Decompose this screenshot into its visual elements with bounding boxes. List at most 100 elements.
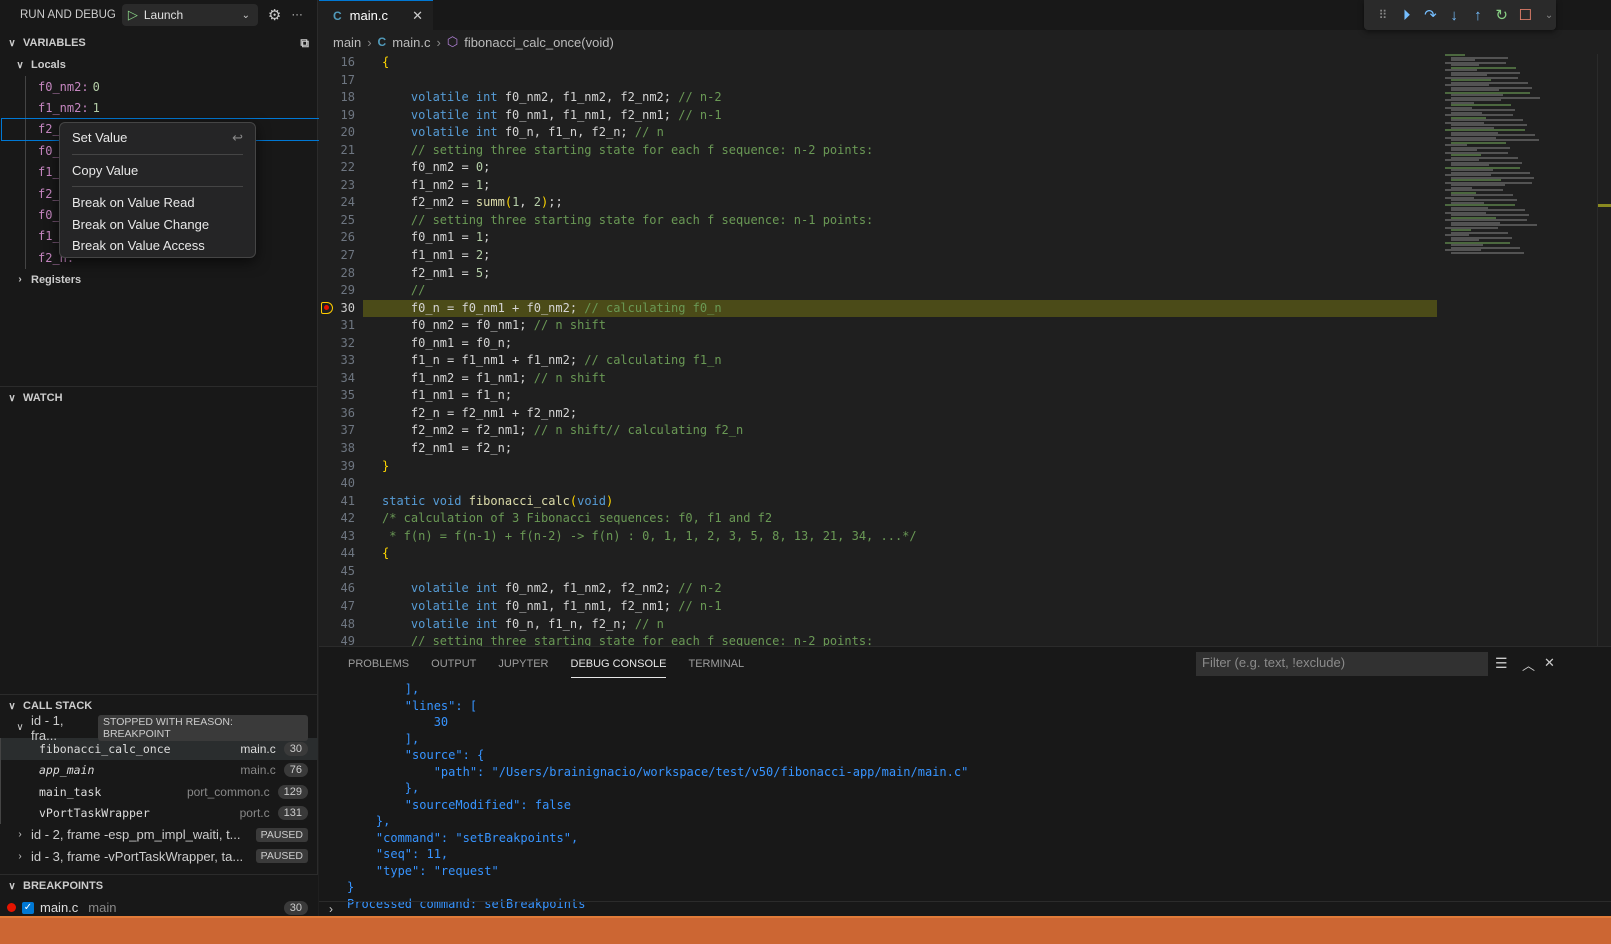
- line-number[interactable]: 21: [319, 142, 363, 160]
- code-text: // setting three starting state for each…: [382, 634, 874, 646]
- tab-terminal[interactable]: TERMINAL: [677, 647, 755, 681]
- registers-scope[interactable]: › Registers: [0, 269, 317, 291]
- tab-output[interactable]: OUTPUT: [420, 647, 487, 681]
- tab-problems[interactable]: PROBLEMS: [337, 647, 420, 681]
- line-number[interactable]: 22: [319, 159, 363, 177]
- scrollbar[interactable]: [1597, 54, 1611, 646]
- line-number[interactable]: 47: [319, 598, 363, 616]
- line-number[interactable]: 17: [319, 72, 363, 90]
- line-number[interactable]: 37: [319, 422, 363, 440]
- line-number[interactable]: 44: [319, 545, 363, 563]
- frame-file: main.c: [240, 742, 276, 757]
- menu-item-break-on-change[interactable]: Break on Value Change: [60, 214, 255, 236]
- line-number[interactable]: 32: [319, 335, 363, 353]
- stack-frame[interactable]: vPortTaskWrapper port.c 131: [0, 802, 318, 824]
- stack-frame[interactable]: app_main main.c 76: [0, 759, 318, 782]
- breadcrumb: main › Cmain.c › ⬡ fibonacci_calc_once(void…: [333, 34, 614, 50]
- step-out-icon[interactable]: ↑: [1471, 7, 1485, 24]
- console-line: "type": "request": [347, 863, 499, 878]
- breadcrumb-file[interactable]: main.c: [392, 35, 430, 50]
- breakpoint-checkbox[interactable]: ✓: [22, 901, 34, 914]
- play-icon[interactable]: ▷: [128, 7, 138, 23]
- tab-debug-console[interactable]: DEBUG CONSOLE: [560, 647, 678, 681]
- code-text: f0_nm1 = 1;: [382, 230, 491, 245]
- menu-separator: [72, 186, 243, 187]
- tab-jupyter[interactable]: JUPYTER: [487, 647, 559, 681]
- line-number[interactable]: 35: [319, 387, 363, 405]
- line-number[interactable]: 33: [319, 352, 363, 370]
- close-icon[interactable]: ✕: [412, 8, 423, 24]
- launch-config-select[interactable]: ▷ Launch ⌄: [121, 4, 258, 26]
- chevron-down-icon: ⌄: [241, 9, 251, 21]
- drag-handle-icon[interactable]: ⠿: [1376, 8, 1390, 22]
- line-number[interactable]: 24: [319, 194, 363, 212]
- thread-item[interactable]: › id - 2, frame -esp_pm_impl_waiti, t... P…: [0, 824, 318, 845]
- line-number[interactable]: 19: [319, 107, 363, 125]
- breadcrumb-folder[interactable]: main: [333, 35, 361, 50]
- stack-frame[interactable]: main_task port_common.c 129: [0, 781, 318, 803]
- enter-key-icon: ↩: [232, 129, 243, 145]
- line-number[interactable]: 25: [319, 212, 363, 230]
- close-panel-icon[interactable]: ✕: [1544, 655, 1555, 671]
- line-number[interactable]: 23: [319, 177, 363, 195]
- line-number[interactable]: 27: [319, 247, 363, 265]
- line-number[interactable]: 40: [319, 475, 363, 493]
- line-number[interactable]: 29: [319, 282, 363, 300]
- line-number[interactable]: 48: [319, 616, 363, 634]
- step-over-icon[interactable]: ↷: [1424, 6, 1438, 24]
- chevron-right-icon: ›: [18, 850, 22, 862]
- continue-icon[interactable]: ⏵: [1400, 7, 1414, 24]
- line-number[interactable]: 42: [319, 510, 363, 528]
- thread-item[interactable]: › id - 3, frame -vPortTaskWrapper, ta... P…: [0, 845, 318, 866]
- line-number[interactable]: 20: [319, 124, 363, 142]
- line-number[interactable]: 18: [319, 89, 363, 107]
- thread-item[interactable]: ∨ id - 1, fra... STOPPED WITH REASON: BR…: [0, 713, 318, 743]
- console-filter-input[interactable]: Filter (e.g. text, !exclude): [1196, 652, 1488, 676]
- clear-console-icon[interactable]: ☰: [1495, 655, 1508, 672]
- line-number[interactable]: 49: [319, 633, 363, 646]
- line-number[interactable]: 45: [319, 563, 363, 581]
- stack-frames: fibonacci_calc_once main.c 30 app_main main.…: [0, 738, 318, 824]
- variable-item[interactable]: f1_nm2: 1: [26, 97, 317, 118]
- minimap[interactable]: [1439, 54, 1611, 646]
- line-number[interactable]: 43: [319, 528, 363, 546]
- line-number[interactable]: 16: [319, 54, 363, 72]
- chevron-down-icon: ∨: [8, 880, 16, 892]
- call-stack-header[interactable]: ∨ CALL STACK: [0, 695, 318, 717]
- line-number[interactable]: 36: [319, 405, 363, 423]
- more-icon[interactable]: ···: [291, 9, 303, 21]
- menu-item-break-on-read[interactable]: Break on Value Read: [60, 192, 255, 214]
- tab-main-c[interactable]: C main.c ✕: [319, 0, 433, 30]
- step-into-icon[interactable]: ↓: [1447, 7, 1461, 24]
- menu-item-break-on-access[interactable]: Break on Value Access: [60, 235, 255, 257]
- line-number[interactable]: 31: [319, 317, 363, 335]
- code-line: 48 volatile int f0_n, f1_n, f2_n; // n: [319, 616, 1439, 634]
- gear-icon[interactable]: ⚙: [268, 6, 281, 24]
- line-number[interactable]: 34: [319, 370, 363, 388]
- line-number[interactable]: 46: [319, 580, 363, 598]
- line-number[interactable]: 39: [319, 458, 363, 476]
- locals-scope[interactable]: ∨ Locals: [0, 54, 317, 76]
- variable-item[interactable]: f0_nm2: 0: [26, 76, 317, 97]
- line-number[interactable]: 41: [319, 493, 363, 511]
- menu-item-copy-value[interactable]: Copy Value: [60, 160, 255, 182]
- current-breakpoint-icon[interactable]: [321, 301, 333, 314]
- menu-item-set-value[interactable]: Set Value ↩: [60, 127, 255, 149]
- code-text: f2_nm2 = f2_nm1; // n shift// calculatin…: [382, 423, 744, 438]
- line-number[interactable]: 26: [319, 229, 363, 247]
- chevron-down-icon[interactable]: ⌄: [1542, 10, 1556, 21]
- stop-icon[interactable]: ☐: [1519, 6, 1533, 24]
- collapse-all-icon[interactable]: ⧉: [300, 36, 309, 51]
- console-input[interactable]: ›: [319, 901, 1611, 917]
- variables-section-header[interactable]: ∨ VARIABLES ⧉: [0, 32, 317, 54]
- code-editor[interactable]: 16 {17 18 volatile int f0_nm2, f1_nm2, f2…: [319, 54, 1439, 646]
- breadcrumb-symbol[interactable]: fibonacci_calc_once(void): [464, 35, 614, 50]
- watch-section-header[interactable]: ∨ WATCH: [0, 387, 318, 409]
- line-number[interactable]: 28: [319, 265, 363, 283]
- stack-frame[interactable]: fibonacci_calc_once main.c 30: [0, 738, 318, 760]
- line-number[interactable]: 38: [319, 440, 363, 458]
- breakpoints-header[interactable]: ∨ BREAKPOINTS: [0, 875, 318, 897]
- restart-icon[interactable]: ↻: [1495, 6, 1509, 24]
- maximize-panel-icon[interactable]: ︿: [1522, 655, 1535, 674]
- console-line: "seq": 11,: [347, 847, 449, 861]
